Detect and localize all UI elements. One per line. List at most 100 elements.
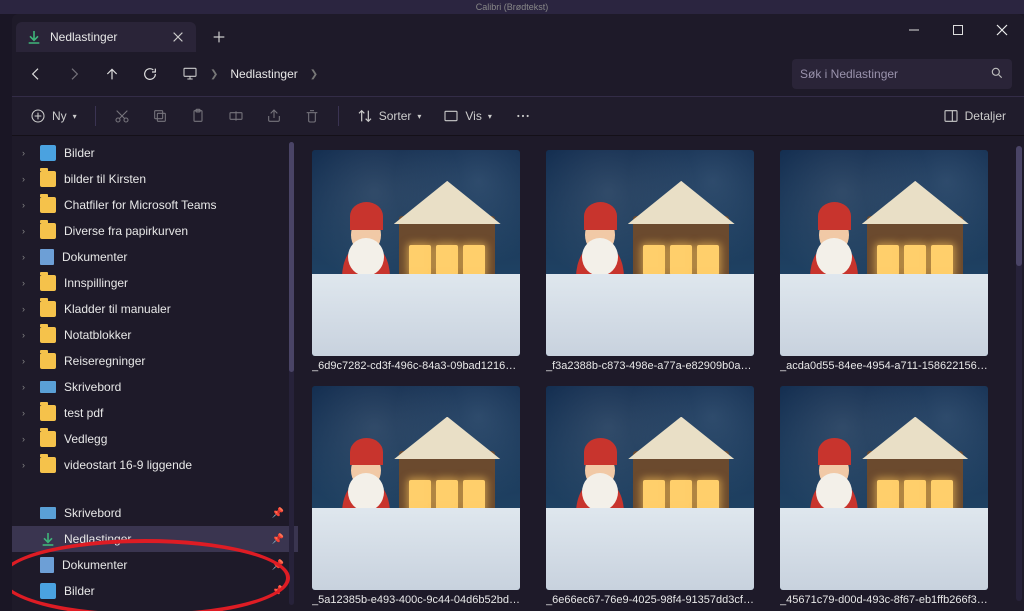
file-thumbnail[interactable] (780, 150, 988, 356)
tree-item-label: Dokumenter (62, 250, 127, 264)
sort-label: Sorter (379, 109, 412, 123)
expand-chevron-icon[interactable]: › (22, 330, 32, 340)
file-thumbnail[interactable] (312, 150, 520, 356)
file-thumbnail[interactable] (546, 150, 754, 356)
tree-item[interactable]: › test pdf (12, 400, 298, 426)
expand-chevron-icon[interactable]: › (22, 382, 32, 392)
tree-item[interactable]: ›Innspillinger (12, 270, 298, 296)
file-item[interactable]: _6d9c7282-cd3f-496c-84a3-09bad12164a6.jp… (312, 150, 520, 372)
tree-item[interactable]: › Notatblokker (12, 322, 298, 348)
quick-access-item[interactable]: Nedlastinger📌 (12, 526, 298, 552)
file-thumbnail[interactable] (546, 386, 754, 590)
rename-button[interactable] (220, 102, 252, 130)
file-thumbnail[interactable] (312, 386, 520, 590)
scrollbar-thumb[interactable] (289, 142, 294, 372)
pin-icon[interactable]: 📌 (272, 560, 284, 571)
tree-item-label: videostart 16-9 liggende (64, 458, 192, 472)
desktop-icon (40, 381, 56, 393)
tree-item[interactable]: ›Vedlegg (12, 426, 298, 452)
share-button[interactable] (258, 102, 290, 130)
content-scrollbar[interactable] (1016, 146, 1022, 601)
tab-close-button[interactable] (170, 29, 186, 45)
delete-button[interactable] (296, 102, 328, 130)
file-item[interactable]: _f3a2388b-c873-498e-a77a-e82909b0a252.jp… (546, 150, 754, 372)
tree-item[interactable]: ›Diverse fra papirkurven (12, 218, 298, 244)
view-button[interactable]: Vis ▾ (435, 102, 499, 130)
sort-button[interactable]: Sorter ▾ (349, 102, 430, 130)
paste-button[interactable] (182, 102, 214, 130)
background-app-toolbar: Calibri (Brødtekst) (0, 0, 1024, 14)
chevron-right-icon: ❯ (308, 69, 320, 80)
download-icon (40, 531, 56, 547)
tree-item[interactable]: › Reiseregninger (12, 348, 298, 374)
breadcrumb[interactable]: ❯ Nedlastinger ❯ (176, 59, 790, 89)
details-button[interactable]: Detaljer (935, 102, 1014, 130)
folder-icon (40, 405, 56, 421)
pin-icon[interactable]: 📌 (272, 508, 284, 519)
expand-chevron-icon[interactable]: › (22, 460, 32, 470)
expand-chevron-icon[interactable]: › (22, 304, 32, 314)
expand-chevron-icon[interactable]: › (22, 200, 32, 210)
file-item[interactable]: _acda0d55-84ee-4954-a711-158622156782.jp… (780, 150, 988, 372)
image-icon (40, 583, 56, 599)
expand-chevron-icon[interactable]: › (22, 278, 32, 288)
expand-chevron-icon[interactable]: › (22, 434, 32, 444)
tree-item-label: Reiseregninger (64, 354, 145, 368)
file-explorer-window: Nedlastinger (12, 14, 1024, 611)
tree-item[interactable]: ›Kladder til manualer (12, 296, 298, 322)
expand-chevron-icon[interactable]: › (22, 408, 32, 418)
file-item[interactable]: _45671c79-d00d-493c-8f67-eb1ffb266f35.jp… (780, 386, 988, 606)
quick-access-item[interactable]: Skrivebord📌 (12, 500, 298, 526)
tree-item-label: bilder til Kirsten (64, 172, 146, 186)
tree-item[interactable]: › bilder til Kirsten (12, 166, 298, 192)
pin-icon[interactable]: 📌 (272, 586, 284, 597)
tree-item-label: Notatblokker (64, 328, 131, 342)
tree-item[interactable]: › videostart 16-9 liggende (12, 452, 298, 478)
file-name-label: _6d9c7282-cd3f-496c-84a3-09bad12164a6.jp… (312, 360, 520, 372)
tabstrip: Nedlastinger (12, 14, 1024, 52)
search-input[interactable] (800, 67, 984, 81)
sidebar-scrollbar[interactable] (289, 142, 294, 605)
quick-access-item[interactable]: Dokumenter 📌 (12, 552, 298, 578)
file-name-label: _45671c79-d00d-493c-8f67-eb1ffb266f35.jp… (780, 594, 988, 606)
quick-access-item[interactable]: Bilder📌 (12, 578, 298, 604)
breadcrumb-downloads[interactable]: Nedlastinger (224, 63, 303, 85)
chevron-right-icon: ❯ (208, 69, 220, 80)
separator (338, 106, 339, 126)
forward-button[interactable] (56, 58, 92, 90)
up-button[interactable] (94, 58, 130, 90)
copy-button[interactable] (144, 102, 176, 130)
expand-chevron-icon[interactable]: › (22, 174, 32, 184)
new-button[interactable]: Ny ▾ (22, 102, 85, 130)
body: ›Bilder›bilder til Kirsten›Chatfiler for… (12, 136, 1024, 611)
more-button[interactable] (506, 102, 540, 130)
expand-chevron-icon[interactable]: › (22, 356, 32, 366)
back-button[interactable] (18, 58, 54, 90)
file-item[interactable]: _5a12385b-e493-400c-9c44-04d6b52bd7de.jp… (312, 386, 520, 606)
maximize-button[interactable] (936, 14, 980, 46)
tree-item[interactable]: ›Bilder (12, 140, 298, 166)
pin-icon[interactable]: 📌 (272, 534, 284, 545)
expand-chevron-icon[interactable]: › (22, 252, 32, 262)
expand-chevron-icon[interactable]: › (22, 226, 32, 236)
close-window-button[interactable] (980, 14, 1024, 46)
folder-icon (40, 223, 56, 239)
new-tab-button[interactable] (202, 22, 236, 52)
tree-item[interactable]: › Dokumenter (12, 244, 298, 270)
search-box[interactable] (792, 59, 1012, 89)
breadcrumb-root-icon[interactable] (176, 61, 204, 88)
tree-item-label: test pdf (64, 406, 103, 420)
chevron-down-icon: ▾ (417, 112, 421, 121)
cut-button[interactable] (106, 102, 138, 130)
quick-item-label: Dokumenter (62, 558, 127, 572)
expand-chevron-icon[interactable]: › (22, 148, 32, 158)
minimize-button[interactable] (892, 14, 936, 46)
tab-downloads[interactable]: Nedlastinger (16, 22, 196, 52)
file-item[interactable]: _6e66ec67-76e9-4025-98f4-91357dd3cf31.jp… (546, 386, 754, 606)
scrollbar-thumb[interactable] (1016, 146, 1022, 266)
file-thumbnail[interactable] (780, 386, 988, 590)
document-icon (40, 249, 54, 265)
tree-item[interactable]: ›Skrivebord (12, 374, 298, 400)
refresh-button[interactable] (132, 58, 168, 90)
tree-item[interactable]: ›Chatfiler for Microsoft Teams (12, 192, 298, 218)
